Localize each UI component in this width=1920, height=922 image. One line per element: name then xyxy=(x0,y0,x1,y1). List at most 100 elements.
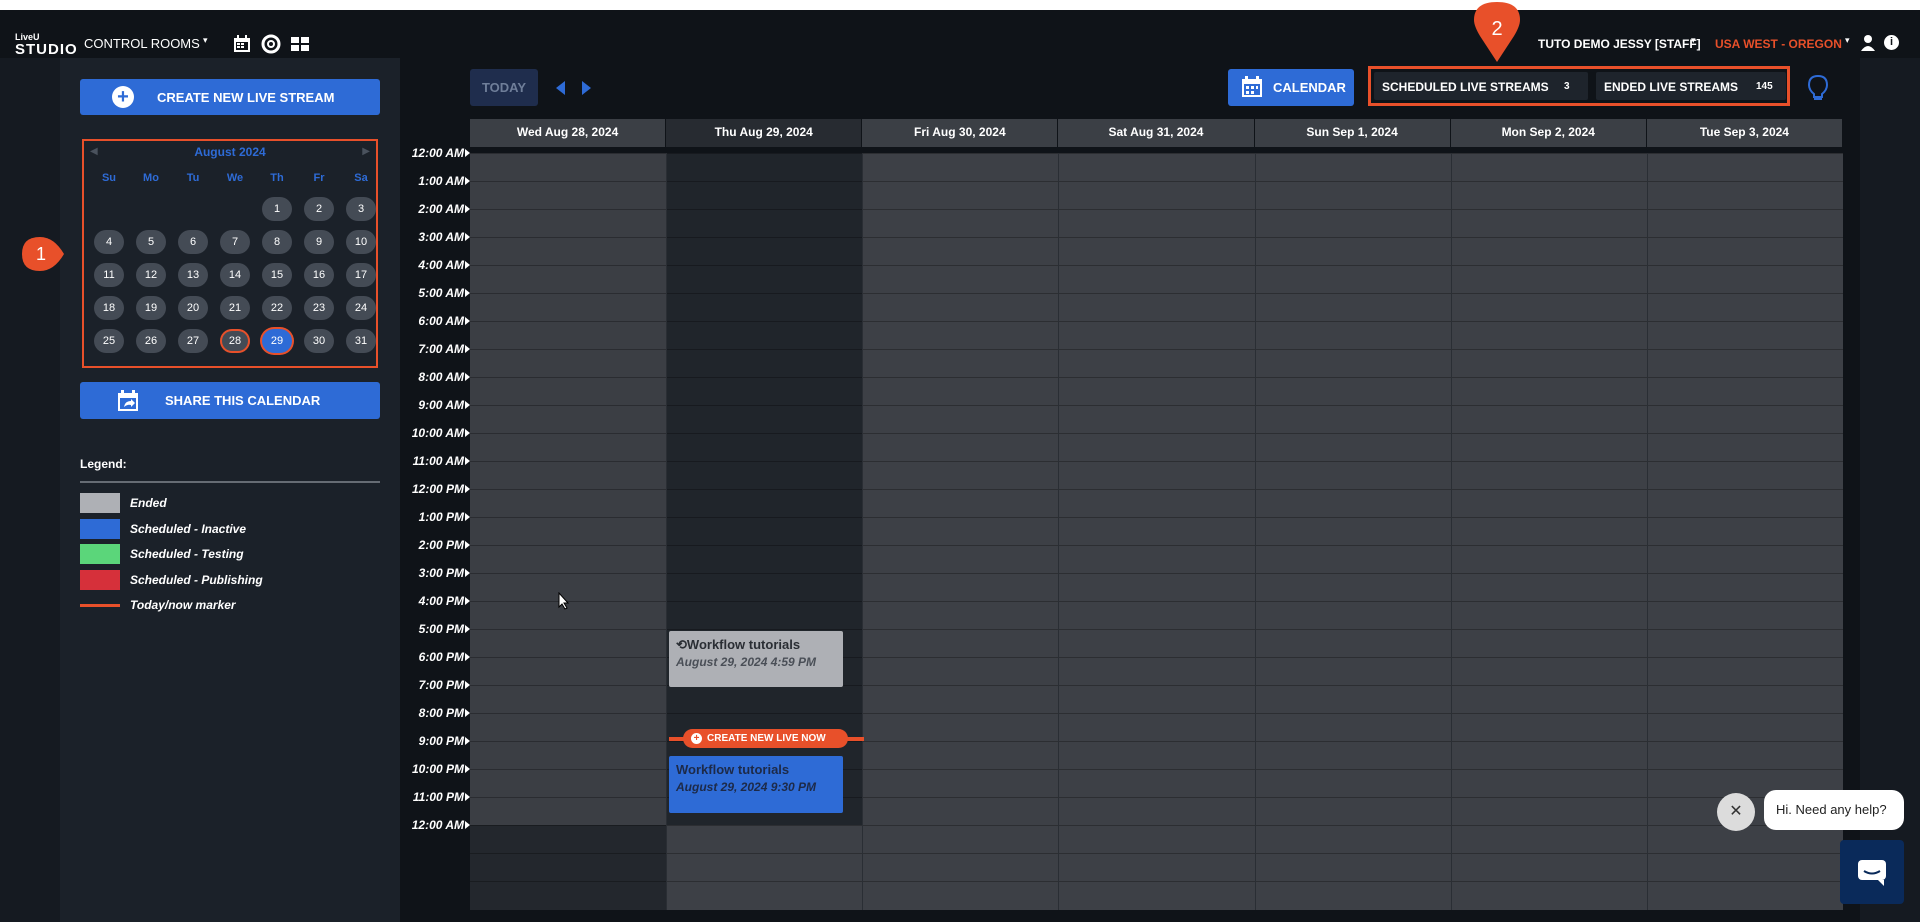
mini-calendar-day[interactable]: 16 xyxy=(304,263,334,287)
mini-calendar-day[interactable]: 4 xyxy=(94,230,124,254)
mini-calendar-day[interactable]: 6 xyxy=(178,230,208,254)
time-arrow-icon xyxy=(465,625,470,633)
hour-gridline xyxy=(470,517,1843,518)
mini-calendar-day[interactable]: 20 xyxy=(178,296,208,320)
hour-gridline xyxy=(470,153,1843,154)
time-label: 3:00 AM xyxy=(418,230,464,244)
legend-title: Legend: xyxy=(80,457,127,471)
mini-calendar-day[interactable]: 11 xyxy=(94,263,124,287)
mini-calendar-day[interactable]: 25 xyxy=(94,329,124,353)
time-arrow-icon xyxy=(465,233,470,241)
chevron-down-icon[interactable]: ▾ xyxy=(1845,35,1850,46)
lifebuoy-icon[interactable] xyxy=(261,34,281,54)
time-label: 7:00 AM xyxy=(418,342,464,356)
mini-calendar-day[interactable]: 26 xyxy=(136,329,166,353)
time-label: 10:00 AM xyxy=(411,426,464,440)
hour-gridline xyxy=(470,545,1843,546)
hour-gridline xyxy=(470,461,1843,462)
create-live-now-button[interactable]: + CREATE NEW LIVE NOW xyxy=(683,729,848,748)
day-header[interactable]: Sat Aug 31, 2024 xyxy=(1058,119,1254,147)
mini-calendar-day[interactable]: 29 xyxy=(262,329,292,353)
mini-calendar-day[interactable]: 10 xyxy=(346,230,376,254)
create-live-stream-button[interactable]: + CREATE NEW LIVE STREAM xyxy=(80,79,380,115)
day-header[interactable]: Sun Sep 1, 2024 xyxy=(1254,119,1450,147)
day-header[interactable]: Thu Aug 29, 2024 xyxy=(666,119,862,147)
mini-calendar-dow: Fr xyxy=(313,172,325,184)
user-menu[interactable]: TUTO DEMO JESSY [STAFF] xyxy=(1538,37,1701,51)
day-header[interactable]: Tue Sep 3, 2024 xyxy=(1646,119,1842,147)
liveu-studio-logo[interactable]: LiveU STUDIO xyxy=(15,32,77,58)
mini-calendar-day[interactable]: 30 xyxy=(304,329,334,353)
event-scheduled-inactive[interactable]: Workflow tutorials August 29, 2024 9:30 … xyxy=(669,756,843,813)
legend-swatch xyxy=(80,569,120,590)
annotation-badge-2: 2 xyxy=(1474,2,1520,62)
region-menu[interactable]: USA WEST - OREGON xyxy=(1715,37,1842,51)
time-arrow-icon xyxy=(465,149,470,157)
chat-launcher-button[interactable] xyxy=(1840,840,1904,904)
scheduled-streams-tab[interactable]: SCHEDULED LIVE STREAMS 3 xyxy=(1374,72,1588,100)
day-gridline xyxy=(666,153,668,910)
mini-calendar-day[interactable]: 14 xyxy=(220,263,250,287)
mini-calendar-day[interactable]: 31 xyxy=(346,329,376,353)
user-icon[interactable] xyxy=(1860,34,1876,52)
day-header[interactable]: Fri Aug 30, 2024 xyxy=(862,119,1058,147)
mini-calendar-day[interactable]: 12 xyxy=(136,263,166,287)
close-chat-button[interactable]: ✕ xyxy=(1717,793,1755,831)
share-calendar-label: SHARE THIS CALENDAR xyxy=(165,393,321,408)
day-header[interactable]: Wed Aug 28, 2024 xyxy=(470,119,666,147)
chevron-down-icon[interactable]: ▾ xyxy=(1691,35,1696,46)
day-header[interactable]: Mon Sep 2, 2024 xyxy=(1450,119,1646,147)
mini-calendar-day[interactable]: 1 xyxy=(262,197,292,221)
mini-calendar-day[interactable]: 3 xyxy=(346,197,376,221)
mini-calendar-day[interactable]: 22 xyxy=(262,296,292,320)
calendar-icon xyxy=(1242,76,1262,97)
chat-message-bubble[interactable]: Hi. Need any help? xyxy=(1764,790,1904,830)
mini-calendar-day[interactable]: 28 xyxy=(220,329,250,353)
time-arrow-icon xyxy=(465,261,470,269)
hour-gridline xyxy=(470,293,1843,294)
mini-calendar-day[interactable]: 18 xyxy=(94,296,124,320)
time-arrow-icon xyxy=(465,429,470,437)
mini-calendar-day[interactable]: 9 xyxy=(304,230,334,254)
mini-calendar-day[interactable]: 19 xyxy=(136,296,166,320)
prev-week-arrow[interactable] xyxy=(556,81,565,95)
legend-swatch xyxy=(80,544,120,564)
time-arrow-icon xyxy=(465,597,470,605)
chevron-down-icon[interactable]: ▾ xyxy=(203,35,208,46)
hour-gridline xyxy=(470,405,1843,406)
ended-streams-tab[interactable]: ENDED LIVE STREAMS 145 xyxy=(1596,72,1786,100)
mini-calendar-day[interactable]: 13 xyxy=(178,263,208,287)
legend-swatch xyxy=(80,493,120,513)
mini-calendar-day[interactable]: 27 xyxy=(178,329,208,353)
next-month-arrow[interactable]: ▶ xyxy=(362,146,370,157)
today-button[interactable]: TODAY xyxy=(470,69,538,106)
hour-gridline xyxy=(470,573,1843,574)
mini-calendar-day[interactable]: 21 xyxy=(220,296,250,320)
time-label: 4:00 PM xyxy=(418,594,464,608)
share-calendar-button[interactable]: SHARE THIS CALENDAR xyxy=(80,382,380,419)
mini-calendar-day[interactable]: 17 xyxy=(346,263,376,287)
lightbulb-icon[interactable] xyxy=(1806,74,1830,102)
logo-bottom-text: STUDIO xyxy=(15,41,78,58)
control-rooms-menu[interactable]: CONTROL ROOMS xyxy=(84,36,200,51)
hour-gridline xyxy=(470,713,1843,714)
mini-calendar-day[interactable]: 15 xyxy=(262,263,292,287)
mini-calendar-day[interactable]: 23 xyxy=(304,296,334,320)
next-week-arrow[interactable] xyxy=(582,81,591,95)
mini-calendar-day[interactable]: 24 xyxy=(346,296,376,320)
layout-grid-icon[interactable] xyxy=(290,34,310,54)
mini-calendar-day[interactable]: 8 xyxy=(262,230,292,254)
calendar-view-button[interactable]: CALENDAR xyxy=(1228,69,1354,106)
mini-calendar-day[interactable]: 5 xyxy=(136,230,166,254)
info-icon[interactable]: i xyxy=(1884,35,1899,50)
day-gridline xyxy=(1254,153,1256,910)
mini-calendar-day[interactable]: 2 xyxy=(304,197,334,221)
time-arrow-icon xyxy=(465,653,470,661)
calendar-nav-icon[interactable] xyxy=(232,34,252,54)
time-label: 12:00 PM xyxy=(411,482,464,496)
mini-calendar-day[interactable]: 7 xyxy=(220,230,250,254)
event-ended[interactable]: ⟲Workflow tutorials August 29, 2024 4:59… xyxy=(669,631,843,687)
hour-gridline xyxy=(470,321,1843,322)
mini-calendar-dow: We xyxy=(226,172,244,184)
legend-swatch xyxy=(80,604,120,607)
